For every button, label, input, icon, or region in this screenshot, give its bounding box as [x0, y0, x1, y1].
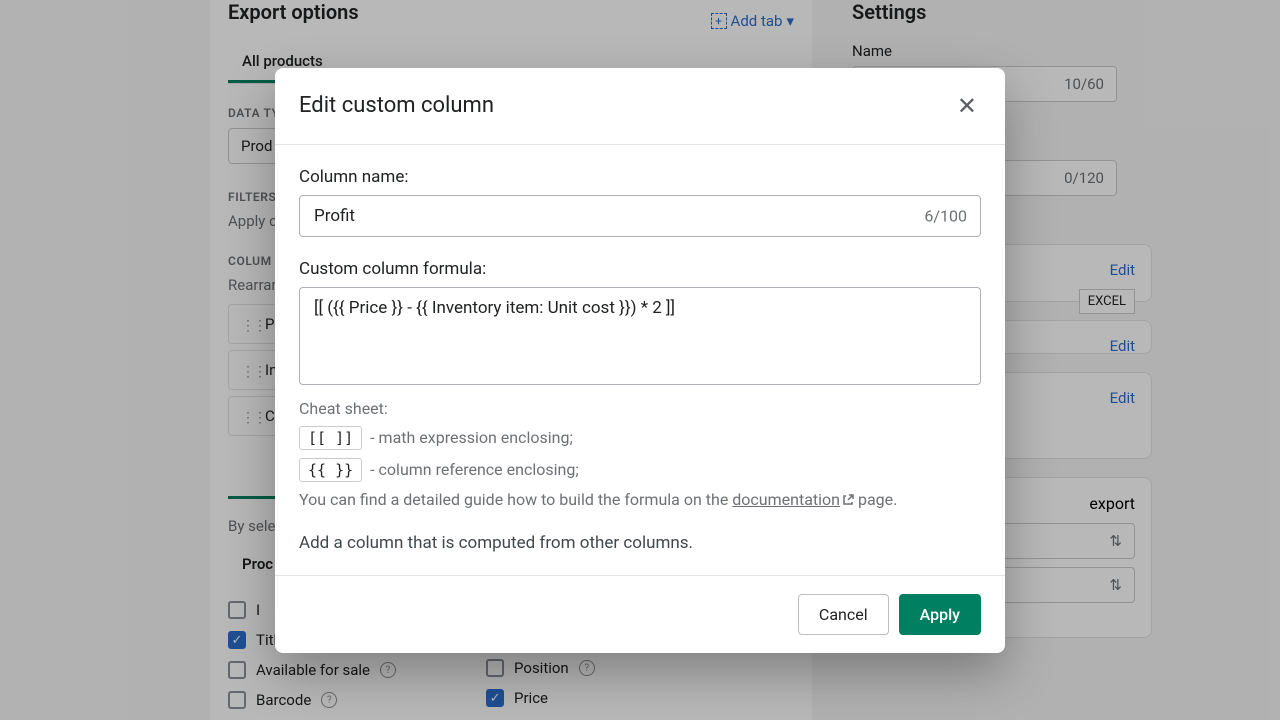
edit-custom-column-modal: Edit custom column ✕ Column name: 6/100 …	[275, 68, 1005, 653]
modal-footer: Cancel Apply	[275, 575, 1005, 653]
char-count: 6/100	[924, 206, 967, 225]
modal-body: Column name: 6/100 Custom column formula…	[275, 145, 1005, 575]
cheat-row: {{ }} - column reference enclosing;	[299, 458, 981, 482]
code-chip: [[ ]]	[299, 426, 362, 450]
documentation-link[interactable]: documentation	[732, 490, 854, 509]
modal-header: Edit custom column ✕	[275, 68, 1005, 145]
formula-label: Custom column formula:	[299, 259, 981, 279]
modal-description: Add a column that is computed from other…	[299, 533, 981, 553]
external-link-icon	[842, 494, 854, 506]
doc-hint: You can find a detailed guide how to bui…	[299, 490, 981, 509]
cheat-row: [[ ]] - math expression enclosing;	[299, 426, 981, 450]
formula-textarea[interactable]	[299, 287, 981, 385]
modal-overlay: Edit custom column ✕ Column name: 6/100 …	[0, 0, 1280, 720]
column-name-label: Column name:	[299, 167, 981, 187]
modal-title: Edit custom column	[299, 93, 494, 118]
cheat-sheet-label: Cheat sheet:	[299, 399, 981, 418]
cancel-button[interactable]: Cancel	[798, 594, 889, 635]
apply-button[interactable]: Apply	[899, 594, 981, 635]
close-icon[interactable]: ✕	[953, 88, 981, 124]
code-chip: {{ }}	[299, 458, 362, 482]
column-name-input[interactable]	[299, 195, 981, 237]
